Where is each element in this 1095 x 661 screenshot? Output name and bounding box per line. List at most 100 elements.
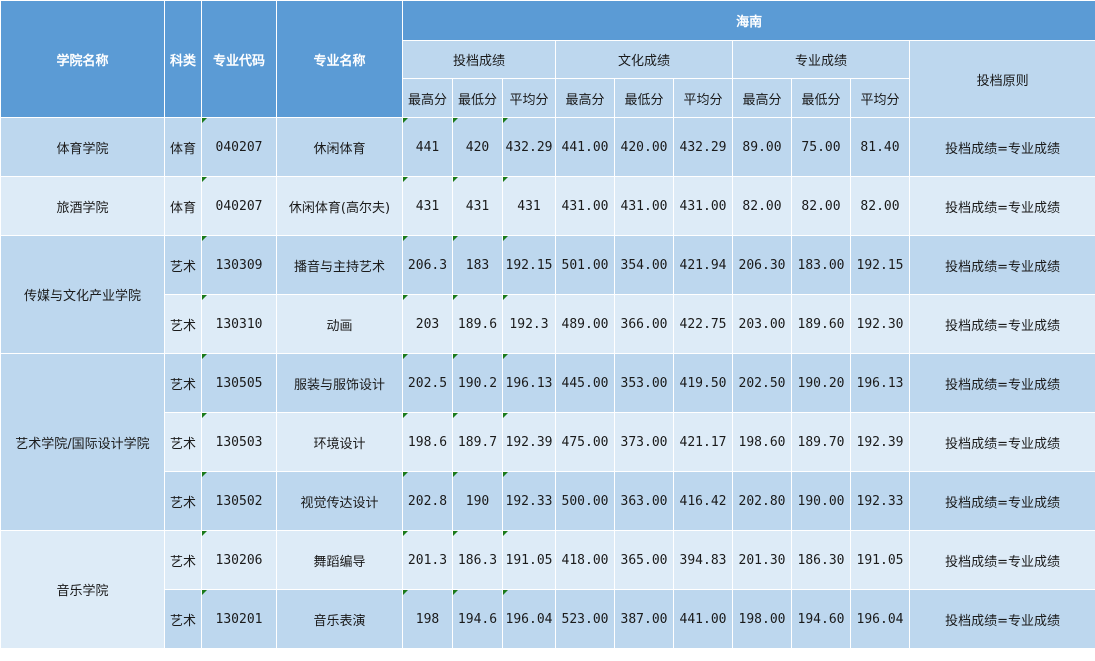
code-cell: 130502 — [201, 471, 277, 531]
header-min: 最低分 — [452, 78, 503, 118]
header-avg: 平均分 — [502, 78, 556, 118]
zhuan-min-cell: 82.00 — [791, 176, 851, 236]
college-name: 艺术学院/国际设计学院 — [0, 353, 165, 531]
tou-max-cell: 203 — [402, 294, 453, 354]
rule-cell: 投档成绩=专业成绩 — [908, 471, 1095, 531]
code-cell: 130503 — [201, 412, 277, 472]
zhuan-max-cell: 82.00 — [732, 176, 792, 236]
table-row: 艺术 130201 音乐表演 198 194.6 196.04 523.00 3… — [1, 589, 1095, 649]
wen-max-cell: 501.00 — [555, 235, 615, 295]
zhuan-max-cell: 203.00 — [732, 294, 792, 354]
code-cell: 130201 — [201, 589, 277, 649]
tou-min-cell: 186.3 — [452, 530, 503, 590]
wen-avg-cell: 421.94 — [673, 235, 733, 295]
table-body: 体育学院 体育 040207 休闲体育 441 420 432.29 441.0… — [0, 117, 1095, 649]
rule-cell: 投档成绩=专业成绩 — [908, 176, 1095, 236]
tou-avg-cell: 191.05 — [502, 530, 556, 590]
zhuan-max-cell: 202.50 — [732, 353, 792, 413]
zhuan-min-cell: 183.00 — [791, 235, 851, 295]
category-cell: 艺术 — [164, 294, 202, 354]
zhuan-min-cell: 190.20 — [791, 353, 851, 413]
zhuan-min-cell: 194.60 — [791, 589, 851, 649]
header-group-zhuan: 专业成绩 — [732, 40, 910, 79]
header-avg: 平均分 — [850, 78, 910, 118]
zhuan-min-cell: 186.30 — [791, 530, 851, 590]
tou-avg-cell: 196.13 — [502, 353, 556, 413]
wen-avg-cell: 416.42 — [673, 471, 733, 531]
tou-min-cell: 189.7 — [452, 412, 503, 472]
code-cell: 130310 — [201, 294, 277, 354]
wen-min-cell: 431.00 — [614, 176, 674, 236]
tou-avg-cell: 196.04 — [502, 589, 556, 649]
tou-avg-cell: 192.39 — [502, 412, 556, 472]
tou-avg-cell: 192.33 — [502, 471, 556, 531]
tou-min-cell: 190.2 — [452, 353, 503, 413]
wen-max-cell: 418.00 — [555, 530, 615, 590]
wen-avg-cell: 431.00 — [673, 176, 733, 236]
tou-min-cell: 189.6 — [452, 294, 503, 354]
zhuan-avg-cell: 192.39 — [850, 412, 910, 472]
category-cell: 体育 — [164, 117, 202, 177]
zhuan-min-cell: 75.00 — [791, 117, 851, 177]
wen-max-cell: 445.00 — [555, 353, 615, 413]
tou-max-cell: 206.3 — [402, 235, 453, 295]
zhuan-avg-cell: 196.13 — [850, 353, 910, 413]
zhuan-max-cell: 201.30 — [732, 530, 792, 590]
header-min: 最低分 — [791, 78, 851, 118]
wen-avg-cell: 422.75 — [673, 294, 733, 354]
admission-scores-table: 学院名称 科类 专业代码 专业名称 海南 投档成绩 文化成绩 专业成绩 投档原则… — [0, 0, 1095, 649]
header-max: 最高分 — [732, 78, 792, 118]
code-cell: 130505 — [201, 353, 277, 413]
header-group-tou: 投档成绩 — [402, 40, 556, 79]
tou-avg-cell: 192.15 — [502, 235, 556, 295]
tou-min-cell: 194.6 — [452, 589, 503, 649]
major-cell: 视觉传达设计 — [276, 471, 403, 531]
zhuan-avg-cell: 191.05 — [850, 530, 910, 590]
table-row: 艺术 130310 动画 203 189.6 192.3 489.00 366.… — [1, 294, 1095, 354]
college-name: 体育学院 — [0, 117, 165, 177]
category-cell: 艺术 — [164, 589, 202, 649]
wen-min-cell: 365.00 — [614, 530, 674, 590]
rule-cell: 投档成绩=专业成绩 — [908, 294, 1095, 354]
header-rule: 投档原则 — [908, 40, 1095, 118]
major-cell: 休闲体育(高尔夫) — [276, 176, 403, 236]
category-cell: 艺术 — [164, 412, 202, 472]
major-cell: 服装与服饰设计 — [276, 353, 403, 413]
rule-cell: 投档成绩=专业成绩 — [908, 235, 1095, 295]
rule-cell: 投档成绩=专业成绩 — [908, 353, 1095, 413]
wen-avg-cell: 394.83 — [673, 530, 733, 590]
zhuan-max-cell: 202.80 — [732, 471, 792, 531]
table-row: 艺术 130502 视觉传达设计 202.8 190 192.33 500.00… — [1, 471, 1095, 531]
table-row: 音乐学院 艺术 130206 舞蹈编导 201.3 186.3 191.05 4… — [0, 530, 1095, 649]
code-cell: 040207 — [201, 176, 277, 236]
wen-min-cell: 353.00 — [614, 353, 674, 413]
wen-min-cell: 354.00 — [614, 235, 674, 295]
tou-avg-cell: 192.3 — [502, 294, 556, 354]
tou-max-cell: 202.8 — [402, 471, 453, 531]
header-region: 海南 — [401, 0, 1095, 41]
header-min: 最低分 — [614, 78, 674, 118]
tou-min-cell: 431 — [452, 176, 503, 236]
rule-cell: 投档成绩=专业成绩 — [908, 117, 1095, 177]
tou-max-cell: 201.3 — [402, 530, 453, 590]
wen-min-cell: 363.00 — [614, 471, 674, 531]
category-cell: 艺术 — [164, 235, 202, 295]
tou-max-cell: 441 — [402, 117, 453, 177]
zhuan-min-cell: 189.70 — [791, 412, 851, 472]
major-cell: 环境设计 — [276, 412, 403, 472]
category-cell: 艺术 — [164, 530, 202, 590]
table-row: 艺术 130503 环境设计 198.6 189.7 192.39 475.00… — [1, 412, 1095, 472]
tou-avg-cell: 432.29 — [502, 117, 556, 177]
table-row: 体育学院 体育 040207 休闲体育 441 420 432.29 441.0… — [0, 117, 1095, 177]
zhuan-avg-cell: 196.04 — [850, 589, 910, 649]
category-cell: 艺术 — [164, 353, 202, 413]
code-cell: 040207 — [201, 117, 277, 177]
wen-max-cell: 523.00 — [555, 589, 615, 649]
header-category: 科类 — [164, 0, 202, 118]
college-name: 旅酒学院 — [0, 176, 165, 236]
table-header: 学院名称 科类 专业代码 专业名称 海南 投档成绩 文化成绩 专业成绩 投档原则… — [0, 0, 1095, 118]
zhuan-max-cell: 198.60 — [732, 412, 792, 472]
header-max: 最高分 — [555, 78, 615, 118]
zhuan-max-cell: 89.00 — [732, 117, 792, 177]
tou-min-cell: 420 — [452, 117, 503, 177]
